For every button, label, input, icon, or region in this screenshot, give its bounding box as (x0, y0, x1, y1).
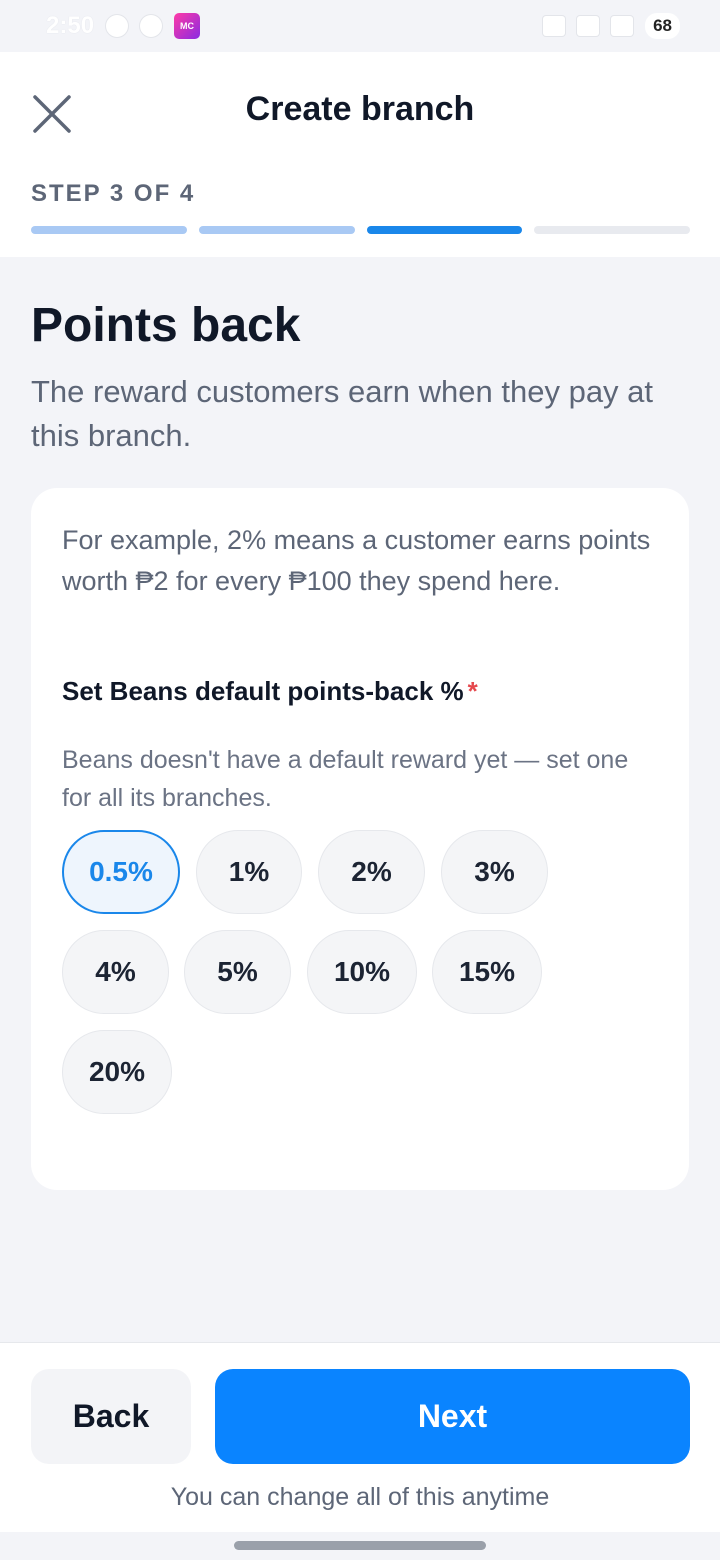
option-chip-3[interactable]: 3% (441, 830, 548, 914)
option-chip-10[interactable]: 10% (307, 930, 417, 1014)
page-title: Create branch (245, 90, 475, 128)
back-button[interactable]: Back (31, 1369, 191, 1464)
status-left: 2:50 MC (46, 12, 201, 40)
points-back-card: For example, 2% means a customer earns p… (31, 488, 689, 1190)
footer: Back Next You can change all of this any… (0, 1342, 720, 1532)
example-text: For example, 2% means a customer earns p… (62, 525, 651, 596)
field-label-text: Set Beans default points-back % (62, 676, 464, 706)
option-chip-2[interactable]: 2% (318, 830, 425, 914)
field-help: Beans doesn't have a default reward yet … (62, 746, 629, 812)
option-chip-1[interactable]: 1% (196, 830, 302, 914)
option-chip-20[interactable]: 20% (62, 1030, 172, 1114)
option-chip-0-5[interactable]: 0.5% (62, 830, 180, 914)
home-indicator (234, 1541, 486, 1550)
section-description: The reward customers earn when they pay … (31, 374, 654, 453)
step-label: STEP 3 OF 4 (31, 180, 196, 207)
battery-indicator: 68 (645, 13, 680, 39)
option-chip-5[interactable]: 5% (184, 930, 291, 1014)
footer-note: You can change all of this anytime (170, 1483, 550, 1511)
signal-icon (611, 16, 634, 36)
status-time: 2:50 (46, 12, 95, 39)
progress-segment-3 (366, 226, 523, 234)
progress-segment-1 (31, 226, 187, 234)
option-chip-4[interactable]: 4% (62, 930, 169, 1014)
next-button[interactable]: Next (215, 1369, 690, 1464)
section-title: Points back (31, 299, 301, 352)
header: Create branch STEP 3 OF 4 (0, 52, 720, 257)
messenger-icon (140, 15, 163, 37)
notification-icon (106, 15, 129, 37)
option-chip-15[interactable]: 15% (432, 930, 542, 1014)
field-label: Set Beans default points-back % * (62, 676, 478, 707)
status-right: 68 (543, 13, 680, 39)
progress-segment-4 (534, 226, 690, 234)
required-marker: * (467, 676, 478, 706)
wifi-icon (577, 16, 600, 36)
progress-segment-2 (198, 226, 355, 234)
step-progress (31, 226, 690, 234)
app-badge-icon: MC (174, 13, 201, 39)
mute-icon (543, 16, 566, 36)
status-bar: 2:50 MC 68 (0, 0, 720, 52)
